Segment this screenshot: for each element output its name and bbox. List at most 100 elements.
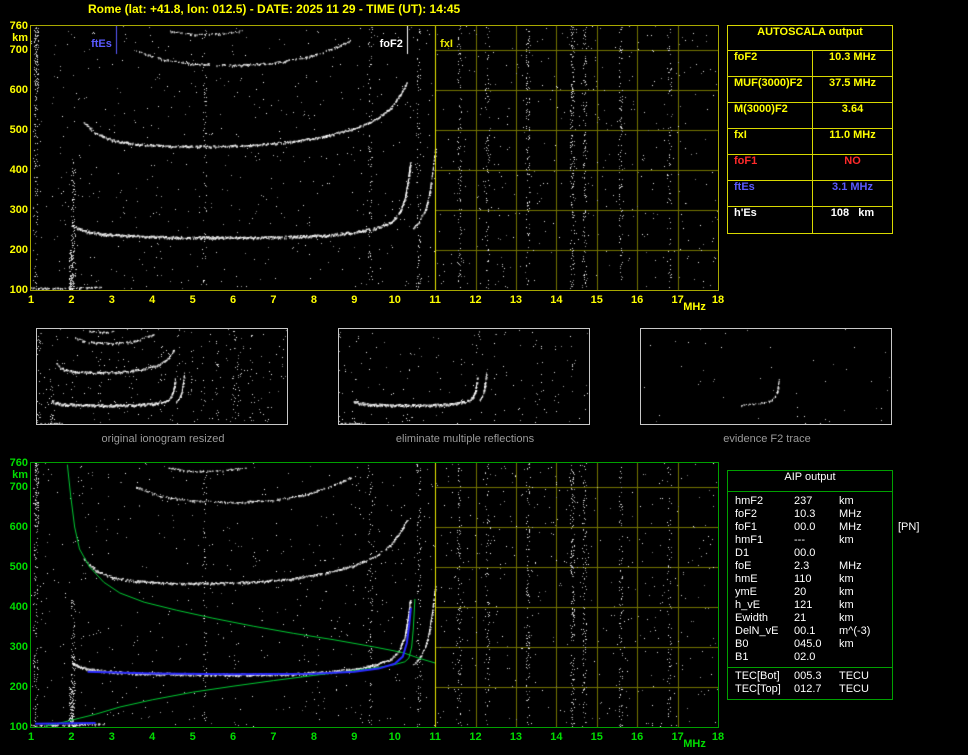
bottom-y-tick-600: 600 bbox=[9, 521, 28, 533]
bottom-y-tick-200: 200 bbox=[9, 681, 28, 693]
top-x-tick-1: 1 bbox=[27, 294, 35, 306]
bottom-y-tick-300: 300 bbox=[9, 641, 28, 653]
aip-param-value: 2.3 bbox=[794, 560, 810, 572]
thumbnail-evidence-f2-trace bbox=[640, 328, 892, 425]
autoscala-row-ftes: ftEs 3.1 MHz bbox=[728, 181, 892, 207]
autoscala-param-value: NO bbox=[844, 155, 861, 167]
autoscala-param-label: fxI bbox=[728, 129, 813, 154]
aip-param-unit: m^(-3) bbox=[839, 625, 871, 637]
top-x-tick-6: 6 bbox=[229, 294, 237, 306]
top-x-tick-7: 7 bbox=[270, 294, 277, 306]
autoscala-param-label: ftEs bbox=[728, 181, 813, 206]
aip-param-unit: MHz bbox=[839, 560, 862, 572]
autoscala-param-label: h'Es bbox=[728, 207, 813, 233]
aip-param-value: 02.0 bbox=[794, 651, 816, 663]
top-y-tick-600: 600 bbox=[9, 84, 28, 96]
marker-label-ftEs: ftEs bbox=[91, 38, 112, 50]
bottom-y-tick-400: 400 bbox=[9, 601, 28, 613]
aip-tec-row-tectop: TEC[Top] 012.7 TECU bbox=[728, 683, 892, 696]
aip-param-value: 012.7 bbox=[794, 683, 822, 695]
aip-output-panel: AIP output hmF2 237 km foF2 10.3 MHz foF1 00.0 M… bbox=[727, 470, 919, 700]
autoscala-row-m3000f2: M(3000)F2 3.64 bbox=[728, 103, 892, 129]
top-x-tick-4: 4 bbox=[149, 294, 156, 306]
ionogram-bottom-plot bbox=[30, 462, 719, 728]
aip-row-delnve: DelN_vE 00.1 m^(-3) bbox=[728, 625, 892, 638]
autoscala-param-label: foF1 bbox=[728, 155, 813, 180]
aip-tec-row-tecbot: TEC[Bot] 005.3 TECU bbox=[728, 670, 892, 683]
aip-param-unit: km bbox=[839, 495, 854, 507]
aip-tec-rows: TEC[Bot] 005.3 TECU TEC[Top] 012.7 TECU bbox=[728, 670, 892, 696]
autoscala-row-hes: h'Es 108 km bbox=[728, 207, 892, 233]
aip-row-hve: h_vE 121 km bbox=[728, 599, 892, 612]
ionogram-bottom-canvas bbox=[31, 463, 718, 727]
top-x-tick-13: 13 bbox=[509, 294, 523, 306]
bottom-x-tick-2: 2 bbox=[68, 731, 75, 743]
autoscala-output-panel: AUTOSCALA output foF2 10.3 MHz MUF(3000)F2… bbox=[727, 25, 893, 234]
top-x-tick-16: 16 bbox=[631, 294, 644, 306]
thumbnail-original-ionogram bbox=[36, 328, 288, 425]
bottom-x-tick-12: 12 bbox=[469, 731, 482, 743]
aip-param-label: ymE bbox=[735, 586, 757, 598]
aip-param-value: 21 bbox=[794, 612, 807, 624]
aip-param-unit: MHz bbox=[839, 508, 862, 520]
aip-param-value: 110 bbox=[794, 573, 812, 585]
autoscala-param-value: 3.64 bbox=[841, 103, 864, 115]
aip-row-ewidth: Ewidth 21 km bbox=[728, 612, 892, 625]
thumbnail-eliminate-canvas bbox=[339, 329, 589, 424]
aip-param-unit bbox=[839, 651, 892, 664]
top-x-tick-3: 3 bbox=[108, 294, 115, 306]
top-x-tick-15: 15 bbox=[590, 294, 603, 306]
bottom-x-tick-8: 8 bbox=[310, 731, 317, 743]
aip-param-value: 237 bbox=[794, 495, 813, 507]
autoscala-param-value: 11.0 MHz bbox=[829, 129, 876, 141]
bottom-x-axis-unit: MHz bbox=[683, 738, 706, 750]
top-x-tick-12: 12 bbox=[469, 294, 482, 306]
bottom-y-axis-unit: km bbox=[12, 469, 28, 481]
bottom-x-tick-16: 16 bbox=[631, 731, 644, 743]
aip-param-label: D1 bbox=[735, 547, 750, 559]
aip-param-unit: km bbox=[839, 638, 854, 650]
station-date-title: Rome (lat: +41.8, lon: 012.5) - DATE: 20… bbox=[88, 2, 461, 16]
ionogram-top-canvas bbox=[31, 26, 718, 290]
aip-row-foe: foE 2.3 MHz bbox=[728, 560, 892, 573]
thumbnail-caption-eliminate: eliminate multiple reflections bbox=[395, 433, 535, 445]
thumbnail-original-canvas bbox=[37, 329, 287, 424]
bottom-x-tick-4: 4 bbox=[149, 731, 156, 743]
aip-param-note: [PN] bbox=[898, 521, 920, 533]
aip-param-unit: km bbox=[839, 612, 854, 624]
aip-row-hmf1: hmF1 --- km bbox=[728, 534, 892, 547]
aip-param-label: h_vE bbox=[735, 599, 761, 611]
aip-param-label: hmE bbox=[735, 573, 758, 585]
aip-param-label: TEC[Top] bbox=[735, 683, 781, 695]
aip-row-hme: hmE 110 km bbox=[728, 573, 892, 586]
autoscala-param-label: foF2 bbox=[728, 51, 813, 76]
autoscala-param-label: M(3000)F2 bbox=[728, 103, 813, 128]
bottom-y-tick-760: 760 bbox=[9, 457, 28, 469]
autoscala-param-value: 3.1 MHz bbox=[832, 181, 873, 193]
aip-param-value: 005.3 bbox=[794, 670, 822, 682]
aip-param-label: foF1 bbox=[735, 521, 758, 533]
aip-param-unit: km bbox=[839, 599, 854, 611]
bottom-x-tick-14: 14 bbox=[550, 731, 563, 743]
thumbnail-caption-evidence: evidence F2 trace bbox=[723, 433, 811, 445]
aip-param-label: DelN_vE bbox=[735, 625, 779, 637]
aip-row-yme: ymE 20 km bbox=[728, 586, 892, 599]
autoscala-row-muf3000f2: MUF(3000)F2 37.5 MHz bbox=[728, 77, 892, 103]
bottom-y-tick-700: 700 bbox=[9, 481, 28, 493]
aip-rows: hmF2 237 km foF2 10.3 MHz foF1 00.0 MHz [PN] hmF1 -… bbox=[728, 492, 919, 664]
aip-param-value: 00.0 bbox=[794, 547, 816, 559]
top-x-tick-10: 10 bbox=[388, 294, 401, 306]
autoscala-row-fof2: foF2 10.3 MHz bbox=[728, 51, 892, 77]
marker-label-fxI: fxI bbox=[440, 38, 453, 50]
aip-param-value: --- bbox=[794, 534, 805, 546]
aip-row-b1: B1 02.0 bbox=[728, 651, 892, 664]
autoscala-rows: foF2 10.3 MHz MUF(3000)F2 37.5 MHz M(3000)F2… bbox=[728, 51, 892, 233]
autoscala-panel-title: AUTOSCALA output bbox=[728, 26, 892, 51]
aip-row-b0: B0 045.0 km bbox=[728, 638, 892, 651]
aip-panel-title: AIP output bbox=[728, 471, 892, 492]
top-x-tick-9: 9 bbox=[351, 294, 358, 306]
top-y-axis-unit: km bbox=[12, 32, 28, 44]
autoscala-param-label: MUF(3000)F2 bbox=[728, 77, 813, 102]
autoscala-param-value: 37.5 MHz bbox=[828, 77, 877, 89]
aip-row-fof2: foF2 10.3 MHz bbox=[728, 508, 892, 521]
